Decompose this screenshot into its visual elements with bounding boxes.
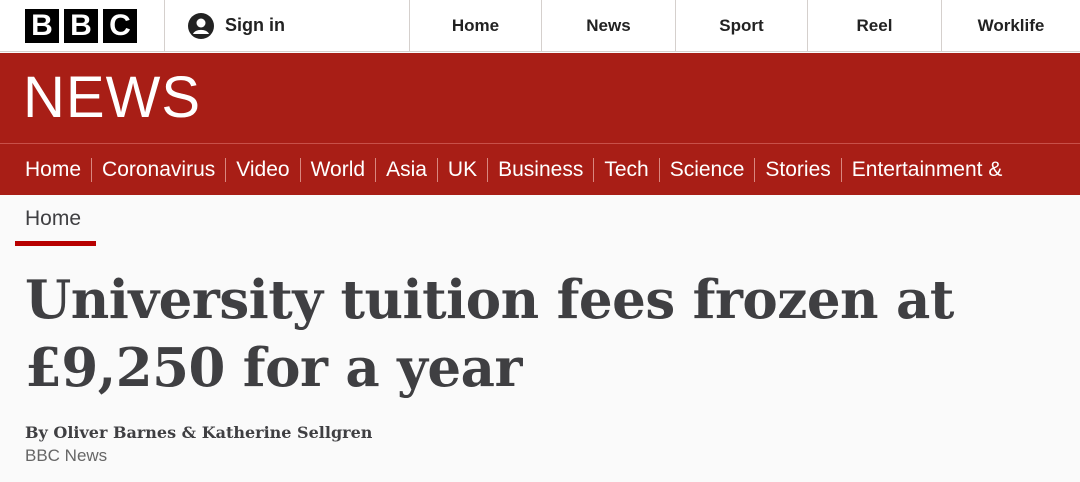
breadcrumb-active-underline — [15, 241, 96, 246]
news-masthead: NEWS — [0, 53, 1080, 143]
global-header: B B C Sign in Home News Sport Reel Workl… — [0, 0, 1080, 52]
nav-divider — [225, 157, 227, 182]
user-account-icon — [188, 12, 214, 39]
section-nav-stories[interactable]: Stories — [765, 158, 830, 182]
section-nav-science[interactable]: Science — [670, 158, 745, 182]
global-nav-news[interactable]: News — [542, 0, 676, 51]
nav-divider — [91, 157, 93, 182]
article-headline: University tuition fees frozen at £9,250… — [25, 269, 954, 399]
section-nav-home[interactable]: Home — [25, 158, 81, 182]
section-nav-entertainment[interactable]: Entertainment & — [852, 158, 1003, 182]
section-nav-coronavirus[interactable]: Coronavirus — [102, 158, 215, 182]
section-nav-business[interactable]: Business — [498, 158, 583, 182]
global-nav-home[interactable]: Home — [410, 0, 542, 51]
bbc-logo: B B C — [25, 8, 137, 43]
section-nav-uk[interactable]: UK — [448, 158, 477, 182]
global-nav-sport[interactable]: Sport — [676, 0, 808, 51]
article-source: BBC News — [25, 446, 108, 465]
nav-divider — [658, 157, 660, 182]
global-nav-reel[interactable]: Reel — [808, 0, 942, 51]
nav-divider — [436, 157, 438, 182]
nav-divider — [487, 157, 489, 182]
nav-divider — [299, 157, 301, 182]
breadcrumb-home[interactable]: Home — [25, 207, 81, 231]
section-nav-asia[interactable]: Asia — [386, 158, 427, 182]
nav-divider — [840, 157, 842, 182]
logo-letter-b2: B — [64, 8, 98, 43]
section-nav-video[interactable]: Video — [236, 158, 289, 182]
nav-divider — [593, 157, 595, 182]
logo-letter-c: C — [103, 8, 137, 43]
section-nav: Home Coronavirus Video World Asia UK Bus… — [0, 143, 1080, 195]
section-nav-world[interactable]: World — [311, 158, 365, 182]
sign-in-link[interactable]: Sign in — [165, 0, 410, 51]
nav-divider — [375, 157, 377, 182]
bbc-logo-link[interactable]: B B C — [0, 0, 165, 51]
global-nav-worklife[interactable]: Worklife — [942, 0, 1080, 51]
news-logo[interactable]: NEWS — [23, 69, 201, 127]
article-byline: By Oliver Barnes & Katherine Sellgren — [25, 423, 373, 442]
logo-letter-b1: B — [25, 8, 59, 43]
section-nav-tech[interactable]: Tech — [604, 158, 648, 182]
sign-in-label: Sign in — [225, 15, 285, 35]
global-nav: Home News Sport Reel Worklife — [410, 0, 1080, 51]
nav-divider — [754, 157, 756, 182]
